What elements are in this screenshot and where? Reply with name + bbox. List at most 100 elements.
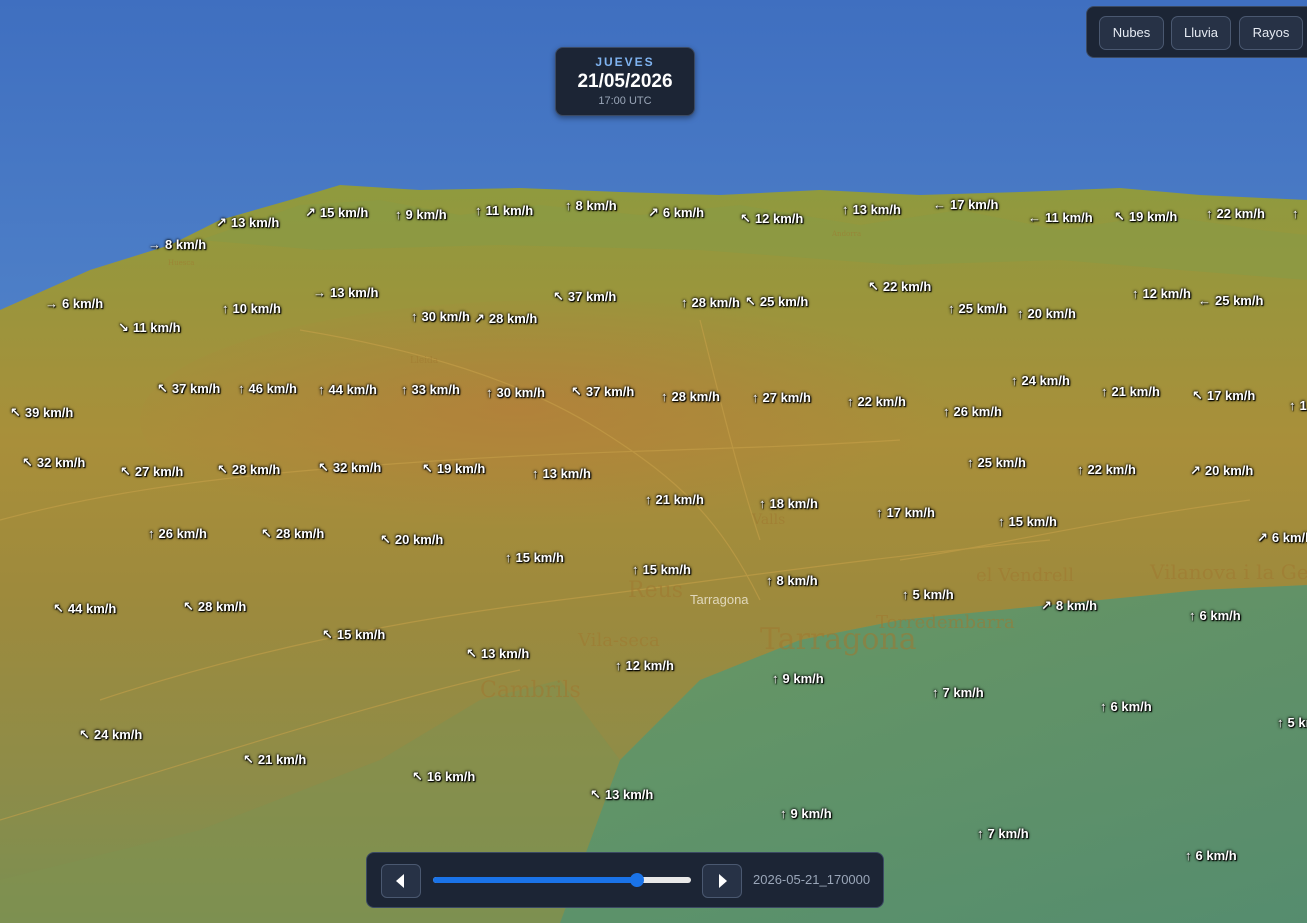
- wind-label: ← 17 km/h: [933, 197, 998, 212]
- wind-label: ↗ 13 km/h: [216, 215, 279, 230]
- wind-direction-arrow-icon: ↑: [772, 671, 779, 686]
- wind-direction-arrow-icon: ↑: [318, 382, 325, 397]
- lightning-layer-button[interactable]: Rayos: [1239, 16, 1303, 50]
- wind-speed-value: 19 km/h: [436, 461, 486, 476]
- wind-speed-value: 16 km/h: [426, 769, 476, 784]
- wind-speed-value: 27 km/h: [134, 464, 184, 479]
- wind-label: ↖ 19 km/h: [1114, 209, 1177, 224]
- wind-speed-value: 19 km/h: [1128, 209, 1178, 224]
- wind-direction-arrow-icon: ↑: [1011, 373, 1018, 388]
- wind-label: ↖ 15 km/h: [322, 627, 385, 642]
- wind-direction-arrow-icon: ↖: [157, 381, 168, 396]
- wind-speed-value: 32 km/h: [332, 460, 382, 475]
- wind-label: ↑5 km/h: [902, 587, 954, 602]
- wind-label: → 13 km/h: [313, 285, 378, 300]
- timeline-controls: 2026-05-21_170000: [366, 852, 884, 908]
- wind-label: ↑ 7 km/h: [932, 685, 984, 700]
- map-label-valls: Valls: [752, 512, 786, 528]
- wind-direction-arrow-icon: ↗: [1041, 598, 1052, 613]
- wind-label: ↑ 30 km/h: [486, 385, 545, 400]
- layer-toggle-panel: Nubes Lluvia Rayos: [1086, 6, 1307, 58]
- wind-speed-value: 24 km/h: [1021, 373, 1070, 388]
- wind-label: ↖ 39 km/h: [10, 405, 73, 420]
- wind-direction-arrow-icon: ↗: [1257, 530, 1268, 545]
- wind-direction-arrow-icon: ↑: [645, 492, 652, 507]
- wind-label: ↗6 km/h: [1257, 530, 1307, 545]
- wind-direction-arrow-icon: ↖: [590, 787, 601, 802]
- wind-label: ↑ 8 km/h: [766, 573, 818, 588]
- clouds-layer-button[interactable]: Nubes: [1099, 16, 1164, 50]
- wind-label: ↖ 37 km/h: [157, 381, 220, 396]
- wind-direction-arrow-icon: ↖: [868, 279, 879, 294]
- wind-label: ↖ 12 km/h: [740, 211, 803, 226]
- wind-label: ↑ 25 km/h: [948, 301, 1007, 316]
- wind-speed-value: 37 km/h: [567, 289, 617, 304]
- wind-speed-value: 28 km/h: [488, 311, 538, 326]
- wind-speed-value: 22 km/h: [857, 394, 906, 409]
- wind-speed-value: 37 km/h: [171, 381, 221, 396]
- wind-speed-value: 10 km/h: [232, 301, 281, 316]
- wind-direction-arrow-icon: ↑: [932, 685, 939, 700]
- wind-label: ↑ 15 km/h: [998, 514, 1057, 529]
- time-slider-fill: [433, 877, 637, 883]
- wind-speed-value: 21 km/h: [655, 492, 704, 507]
- arrow-right-icon: [719, 874, 727, 888]
- wind-direction-arrow-icon: ↑: [486, 385, 493, 400]
- map-label-cambrils: Cambrils: [480, 678, 581, 703]
- wind-speed-value: 6 km/h: [1110, 699, 1152, 714]
- wind-speed-value: 7 km/h: [942, 685, 984, 700]
- map-label-andorra: Andorra: [832, 230, 862, 238]
- wind-speed-value: 20 km/h: [394, 532, 444, 547]
- wind-direction-arrow-icon: ↖: [183, 599, 194, 614]
- wind-direction-arrow-icon: ↑: [505, 550, 512, 565]
- wind-speed-value: 11 km/h: [132, 320, 181, 335]
- next-frame-button[interactable]: [702, 864, 742, 898]
- time-slider-thumb[interactable]: [629, 873, 644, 887]
- wind-direction-arrow-icon: ↖: [243, 752, 254, 767]
- wind-direction-arrow-icon: ↑: [1206, 206, 1213, 221]
- wind-direction-arrow-icon: ↑: [661, 389, 668, 404]
- wind-direction-arrow-icon: ↑: [967, 455, 974, 470]
- wind-label: ↑ 8 km/h: [565, 198, 617, 213]
- wind-direction-arrow-icon: ↗: [216, 215, 227, 230]
- wind-direction-arrow-icon: ↖: [422, 461, 433, 476]
- wind-label: ↑5 km/h: [1277, 715, 1307, 730]
- wind-label: ↑ 33 km/h: [401, 382, 460, 397]
- wind-direction-arrow-icon: ↑: [1077, 462, 1084, 477]
- wind-speed-value: 15 km/h: [336, 627, 386, 642]
- wind-direction-arrow-icon: ↖: [466, 646, 477, 661]
- wind-label: ↑ 12 km/h: [1132, 286, 1191, 301]
- rain-layer-button[interactable]: Lluvia: [1171, 16, 1231, 50]
- time-label: 17:00 UTC: [598, 95, 652, 107]
- wind-speed-value: 44 km/h: [328, 382, 377, 397]
- wind-speed-value: 1: [1299, 398, 1307, 413]
- wind-speed-value: 8 km/h: [1055, 598, 1098, 613]
- wind-speed-value: 15 km/h: [1008, 514, 1057, 529]
- wind-direction-arrow-icon: ↑: [148, 526, 155, 541]
- wind-label: ↑ 44 km/h: [318, 382, 377, 397]
- wind-speed-value: 9 km/h: [790, 806, 832, 821]
- wind-label: ↑ 26 km/h: [148, 526, 207, 541]
- wind-label: ↗ 15 km/h: [305, 205, 368, 220]
- wind-direction-arrow-icon: ↑: [222, 301, 229, 316]
- wind-label: ↖ 28 km/h: [261, 526, 324, 541]
- wind-label: ↑ 30 km/h: [411, 309, 470, 324]
- wind-speed-value: 7 km/h: [987, 826, 1029, 841]
- wind-direction-arrow-icon: ↖: [1192, 388, 1203, 403]
- wind-direction-arrow-icon: ↖: [79, 727, 90, 742]
- wind-speed-value: 5 km/h: [1287, 715, 1307, 730]
- time-slider[interactable]: [433, 873, 691, 887]
- wind-speed-value: 28 km/h: [691, 295, 740, 310]
- wind-speed-value: 20 km/h: [1204, 463, 1254, 478]
- wind-speed-value: 6 km/h: [662, 205, 705, 220]
- wind-label: ↖ 13 km/h: [466, 646, 529, 661]
- wind-direction-arrow-icon: ↘: [118, 320, 129, 335]
- date-badge: JUEVES 21/05/2026 17:00 UTC: [555, 47, 695, 116]
- wind-speed-value: 18 km/h: [769, 496, 818, 511]
- wind-speed-value: 21 km/h: [257, 752, 307, 767]
- wind-speed-value: 6 km/h: [1199, 608, 1241, 623]
- wind-direction-arrow-icon: ↑: [977, 826, 984, 841]
- wind-label: ↑ 22 km/h: [1077, 462, 1136, 477]
- previous-frame-button[interactable]: [381, 864, 421, 898]
- wind-label: ↑ 18 km/h: [759, 496, 818, 511]
